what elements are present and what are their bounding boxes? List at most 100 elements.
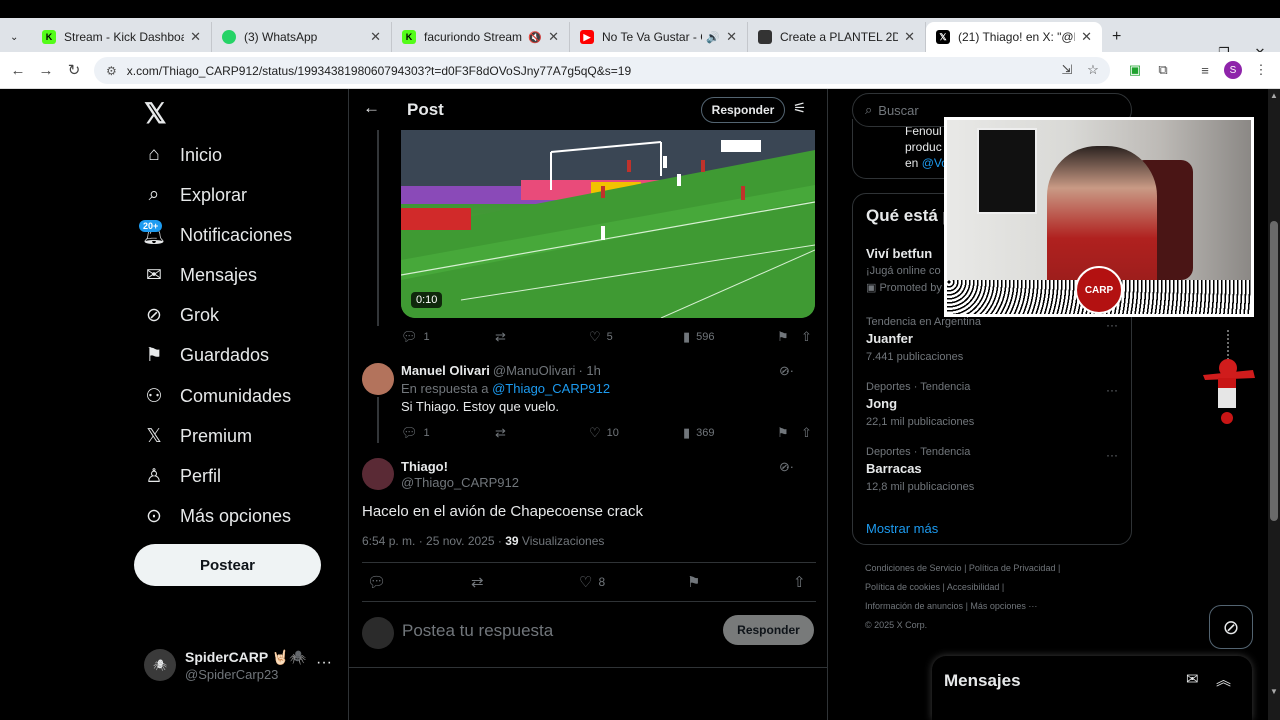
more-dots-icon[interactable]: ··· bbox=[316, 654, 332, 672]
filter-sliders-icon[interactable]: ⚟ bbox=[793, 99, 806, 117]
tab-x-thiago[interactable]: 𝕏 (21) Thiago! en X: "@ManuO ✕ bbox=[926, 22, 1102, 52]
browser-menu-icon[interactable]: ⋮ bbox=[1250, 59, 1272, 81]
extensions-puzzle-icon[interactable]: ⧉ bbox=[1152, 59, 1174, 81]
nav-comunidades[interactable]: ⚇ Comunidades bbox=[142, 376, 291, 416]
bookmark-star-icon[interactable]: ☆ bbox=[1082, 59, 1104, 81]
views-action[interactable]: ▮ 596 bbox=[683, 329, 715, 345]
repost-action[interactable]: ⇄ bbox=[471, 573, 490, 591]
close-tab-icon[interactable]: ✕ bbox=[548, 29, 559, 45]
more-dots-icon[interactable]: ··· bbox=[781, 459, 794, 474]
account-switcher[interactable]: 🕷 SpiderCARP 🤘🏻🕷️ @SpiderCarp23 ··· bbox=[144, 646, 334, 692]
messages-drawer[interactable]: Mensajes ✉ ︽ bbox=[932, 656, 1252, 720]
messages-title: Mensajes bbox=[944, 671, 1021, 690]
new-tab-button[interactable]: + bbox=[1102, 22, 1132, 52]
more-dots-icon[interactable]: ··· bbox=[1106, 383, 1118, 397]
close-tab-icon[interactable]: ✕ bbox=[190, 29, 201, 45]
nav-grok[interactable]: ⊘ Grok bbox=[142, 295, 219, 335]
trend-item[interactable]: Deportes · Tendencia Barracas 12,8 mil p… bbox=[866, 446, 1122, 493]
expand-chevron-icon[interactable]: ︽ bbox=[1216, 669, 1231, 690]
avatar[interactable] bbox=[362, 458, 394, 490]
close-tab-icon[interactable]: ✕ bbox=[370, 29, 381, 45]
trend-item[interactable]: Tendencia en Argentina Juanfer 7.441 pub… bbox=[866, 316, 1122, 363]
reply-action[interactable]: 💬︎ bbox=[367, 573, 392, 591]
main-author-handle[interactable]: @Thiago_CARP912 bbox=[401, 475, 519, 490]
footer-link[interactable]: Información de anuncios bbox=[865, 601, 963, 611]
reply-author[interactable]: Manuel Olivari @ManuOlivari · 1h bbox=[401, 363, 601, 378]
more-dots-icon[interactable]: ··· bbox=[781, 363, 794, 378]
views-action[interactable]: ▮ 369 bbox=[683, 425, 715, 441]
url-input[interactable]: ⚙ x.com/Thiago_CARP912/status/1993438198… bbox=[94, 57, 1110, 84]
tab-plantel[interactable]: Create a PLANTEL 2DO SEME ✕ bbox=[748, 22, 926, 52]
tab-youtube[interactable]: ▶ No Te Va Gustar - Cero a 🔊 ✕ bbox=[570, 22, 748, 52]
site-settings-icon[interactable]: ⚙ bbox=[106, 64, 117, 78]
tab-list-button[interactable]: ⌄ bbox=[0, 22, 32, 52]
forward-arrow-icon[interactable]: → bbox=[34, 58, 58, 82]
share-action[interactable]: ⇧ bbox=[793, 573, 812, 591]
x-logo-icon[interactable]: 𝕏 bbox=[144, 97, 167, 130]
nav-guardados[interactable]: ⚑ Guardados bbox=[142, 335, 269, 375]
close-tab-icon[interactable]: ✕ bbox=[726, 29, 737, 45]
bookmark-action[interactable]: ⚑ bbox=[777, 425, 795, 441]
post-button[interactable]: Postear bbox=[134, 544, 321, 586]
mention-link[interactable]: @Thiago_CARP912 bbox=[492, 381, 610, 396]
bookmark-action[interactable]: ⚑ bbox=[777, 329, 795, 345]
footer-link[interactable]: Política de cookies bbox=[865, 582, 940, 592]
like-action[interactable]: ♡ 8 bbox=[579, 573, 605, 591]
video-player[interactable]: 0:10 bbox=[401, 130, 815, 318]
bookmark-icon: ⚑ bbox=[687, 574, 701, 591]
scrollbar[interactable]: ▲ ▼ bbox=[1268, 89, 1280, 720]
reply-input[interactable]: Postea tu respuesta bbox=[402, 621, 553, 641]
heart-icon: ♡ bbox=[589, 329, 601, 344]
extension-green-icon[interactable]: ▣ bbox=[1124, 59, 1146, 81]
browser-tab-strip: ⌄ K Stream - Kick Dashboard ✕ (3) WhatsA… bbox=[0, 18, 1280, 61]
bookmark-action[interactable]: ⚑ bbox=[687, 573, 706, 591]
reply-submit-button[interactable]: Responder bbox=[723, 615, 814, 645]
back-arrow-icon[interactable]: ← bbox=[6, 58, 30, 82]
tab-facuriondo[interactable]: K facuriondo Stream - Wat 🔇 ✕ bbox=[392, 22, 570, 52]
close-tab-icon[interactable]: ✕ bbox=[1081, 29, 1092, 45]
nav-notificaciones[interactable]: 🔔︎ 20+ Notificaciones bbox=[139, 215, 292, 255]
close-tab-icon[interactable]: ✕ bbox=[904, 29, 915, 45]
new-message-icon[interactable]: ✉ bbox=[1186, 670, 1199, 688]
speaker-icon[interactable]: 🔊 bbox=[706, 31, 720, 44]
share-action[interactable]: ⇧ bbox=[801, 329, 818, 345]
reply-icon: 💬︎ bbox=[401, 329, 418, 344]
like-action[interactable]: ♡ 10 bbox=[589, 425, 619, 441]
reload-icon[interactable]: ↻ bbox=[62, 58, 86, 82]
footer-link[interactable]: Condiciones de Servicio bbox=[865, 563, 962, 573]
like-action[interactable]: ♡ 5 bbox=[589, 329, 613, 345]
repost-action[interactable]: ⇄ bbox=[495, 425, 512, 441]
header-reply-button[interactable]: Responder bbox=[701, 97, 785, 123]
footer-link[interactable]: Política de Privacidad bbox=[969, 563, 1056, 573]
trend-item[interactable]: Deportes · Tendencia Jong 22,1 mil publi… bbox=[866, 381, 1122, 428]
nav-mas-opciones[interactable]: ⊙ Más opciones bbox=[142, 496, 291, 536]
back-arrow-icon[interactable]: ← bbox=[363, 98, 380, 118]
more-circle-icon: ⊙ bbox=[146, 505, 162, 527]
install-app-icon[interactable]: ⇲ bbox=[1056, 59, 1078, 81]
kick-icon: K bbox=[42, 30, 56, 44]
reply-action[interactable]: 💬︎ 1 bbox=[401, 425, 430, 441]
grok-fab-icon[interactable]: ⊘ bbox=[1209, 605, 1253, 649]
footer-link[interactable]: Más opciones ··· bbox=[970, 601, 1037, 611]
avatar[interactable] bbox=[362, 363, 394, 395]
tab-whatsapp[interactable]: (3) WhatsApp ✕ bbox=[212, 22, 392, 52]
nav-explorar[interactable]: ⌕ Explorar bbox=[142, 175, 247, 215]
show-more-link[interactable]: Mostrar más bbox=[866, 521, 938, 536]
nav-perfil[interactable]: ♙ Perfil bbox=[142, 456, 221, 496]
nav-inicio[interactable]: ⌂ Inicio bbox=[142, 135, 222, 175]
profile-avatar[interactable]: S bbox=[1222, 59, 1244, 81]
more-dots-icon[interactable]: ··· bbox=[1106, 318, 1118, 332]
nav-mensajes[interactable]: ✉ Mensajes bbox=[142, 255, 257, 295]
reply-action[interactable]: 💬︎ 1 bbox=[401, 329, 430, 345]
share-action[interactable]: ⇧ bbox=[801, 425, 818, 441]
footer-link[interactable]: Accesibilidad bbox=[947, 582, 1000, 592]
muted-speaker-icon[interactable]: 🔇 bbox=[528, 31, 542, 44]
repost-action[interactable]: ⇄ bbox=[495, 329, 512, 345]
nav-premium[interactable]: 𝕏 Premium bbox=[142, 416, 252, 456]
main-author-name[interactable]: Thiago! bbox=[401, 459, 448, 474]
account-name: SpiderCARP 🤘🏻🕷️ bbox=[185, 649, 307, 665]
account-handle: @SpiderCarp23 bbox=[185, 667, 279, 682]
tab-kick-dashboard[interactable]: K Stream - Kick Dashboard ✕ bbox=[32, 22, 212, 52]
media-controls-icon[interactable]: ≡ bbox=[1194, 59, 1216, 81]
more-dots-icon[interactable]: ··· bbox=[1106, 448, 1118, 462]
